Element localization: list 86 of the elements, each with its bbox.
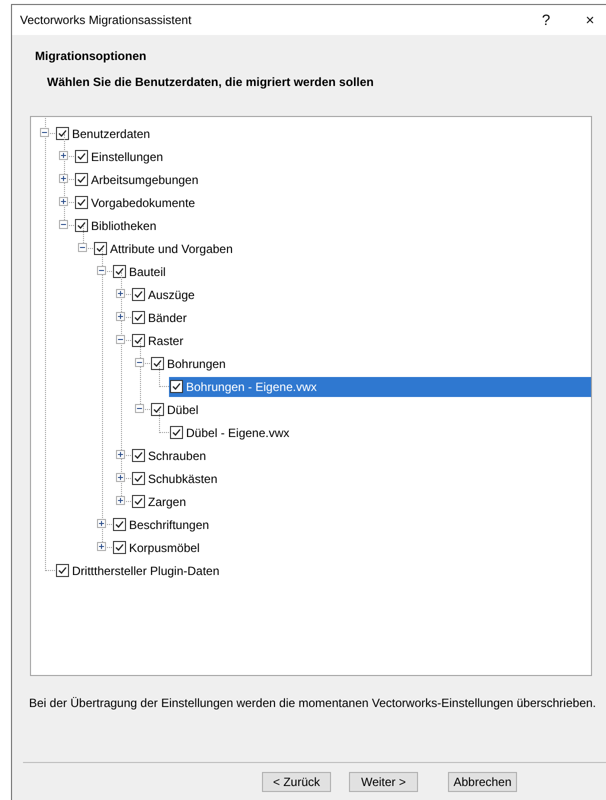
checkbox[interactable] [113, 518, 126, 531]
tree-item-label: Drittthersteller Plugin-Daten [72, 564, 220, 578]
tree-item[interactable]: Bohrungen - Eigene.vwx [169, 376, 591, 396]
tree-item[interactable]: Benutzerdaten [55, 124, 154, 144]
tree-item[interactable]: Auszüge [131, 284, 198, 304]
expand-icon[interactable] [97, 519, 106, 528]
checkbox[interactable] [132, 472, 145, 485]
tree-item[interactable]: Attribute und Vorgaben [93, 238, 236, 258]
expand-icon[interactable] [59, 151, 68, 160]
checkbox[interactable] [151, 357, 164, 370]
tree-item-label: Vorgabedokumente [91, 196, 196, 210]
tree-item-label: Einstellungen [91, 150, 164, 164]
tree-item[interactable]: Dübel - Eigene.vwx [169, 422, 292, 442]
tree-item-label: Bauteil [129, 264, 166, 278]
info-text: Bei der Übertragung der Einstellungen werden die momentanen Vectorworks-Einstellungen überschrieben. [29, 696, 597, 710]
tree-item[interactable]: Bohrungen [150, 354, 229, 374]
section-subtitle: Wählen Sie die Benutzerdaten, die migriert werden sollen [47, 75, 375, 89]
expand-icon[interactable] [59, 174, 68, 183]
tree-item-label: Bohrungen - Eigene.vwx [186, 380, 317, 394]
collapse-icon[interactable] [116, 335, 125, 344]
tree-item-label: Dübel [167, 402, 198, 416]
tree-item[interactable]: Arbeitsumgebungen [74, 170, 202, 190]
collapse-icon[interactable] [78, 243, 87, 252]
tree-item-label: Korpusmöbel [129, 540, 200, 554]
expand-icon[interactable] [116, 473, 125, 482]
tree-item-label: Benutzerdaten [72, 126, 150, 140]
checkbox[interactable] [132, 311, 145, 324]
checkbox[interactable] [151, 403, 164, 416]
checkbox[interactable] [132, 334, 145, 347]
checkbox[interactable] [132, 495, 145, 508]
tree-item-label: Schubkästen [148, 472, 218, 486]
checkbox[interactable] [56, 564, 69, 577]
tree-item[interactable]: Dübel [150, 400, 202, 420]
window-title: Vectorworks Migrationsassistent [20, 13, 192, 27]
expand-icon[interactable] [116, 450, 125, 459]
checkbox[interactable] [113, 265, 126, 278]
tree-item[interactable]: Schrauben [131, 446, 210, 466]
tree-item-label: Zargen [148, 494, 186, 508]
section-title: Migrationsoptionen [35, 49, 148, 63]
tree-item[interactable]: Bänder [131, 308, 190, 328]
checkbox[interactable] [132, 288, 145, 301]
expand-icon[interactable] [116, 496, 125, 505]
collapse-icon[interactable] [135, 358, 144, 367]
checkbox[interactable] [113, 541, 126, 554]
help-button[interactable]: ? [524, 5, 568, 35]
tree-item[interactable]: Zargen [131, 492, 190, 512]
checkbox[interactable] [75, 150, 88, 163]
expand-icon[interactable] [97, 542, 106, 551]
tree-item-label: Bänder [148, 310, 187, 324]
checkbox[interactable] [75, 173, 88, 186]
tree-item-label: Beschriftungen [129, 518, 210, 532]
tree-item[interactable]: Beschriftungen [112, 514, 212, 534]
tree-item-label: Attribute und Vorgaben [110, 242, 233, 256]
dialog-button[interactable]: Abbrechen [448, 772, 517, 792]
collapse-icon[interactable] [40, 128, 49, 137]
tree-item-label: Arbeitsumgebungen [91, 172, 198, 186]
dialog-button[interactable]: Weiter > [349, 772, 418, 792]
checkbox[interactable] [170, 380, 183, 393]
checkbox[interactable] [170, 426, 183, 439]
tree-item-label: Bibliotheken [91, 218, 156, 232]
checkbox[interactable] [94, 242, 107, 255]
collapse-icon[interactable] [135, 404, 144, 413]
checkbox[interactable] [56, 127, 69, 140]
checkbox[interactable] [75, 196, 88, 209]
close-button[interactable]: × [568, 5, 606, 35]
tree-item-label: Dübel - Eigene.vwx [186, 426, 290, 440]
tree-item[interactable]: Vorgabedokumente [74, 192, 198, 212]
tree-item-label: Schrauben [148, 448, 206, 462]
collapse-icon[interactable] [97, 266, 106, 275]
tree-item[interactable]: Raster [131, 330, 186, 350]
checkbox[interactable] [75, 219, 88, 232]
collapse-icon[interactable] [59, 220, 68, 229]
tree-item[interactable]: Korpusmöbel [112, 538, 203, 558]
tree-item[interactable]: Bibliotheken [74, 216, 160, 236]
expand-icon[interactable] [116, 312, 125, 321]
expand-icon[interactable] [116, 289, 125, 298]
tree-item[interactable]: Einstellungen [74, 146, 166, 166]
tree-item[interactable]: Schubkästen [131, 468, 220, 488]
tree-item[interactable]: Bauteil [112, 262, 169, 282]
tree-item-label: Auszüge [148, 288, 195, 302]
tree-item-label: Bohrungen [167, 356, 226, 370]
checkbox[interactable] [132, 449, 145, 462]
expand-icon[interactable] [59, 197, 68, 206]
tree-item-label: Raster [148, 334, 184, 348]
dialog-button[interactable]: < Zurück [262, 772, 331, 792]
tree-item[interactable]: Drittthersteller Plugin-Daten [55, 560, 222, 580]
